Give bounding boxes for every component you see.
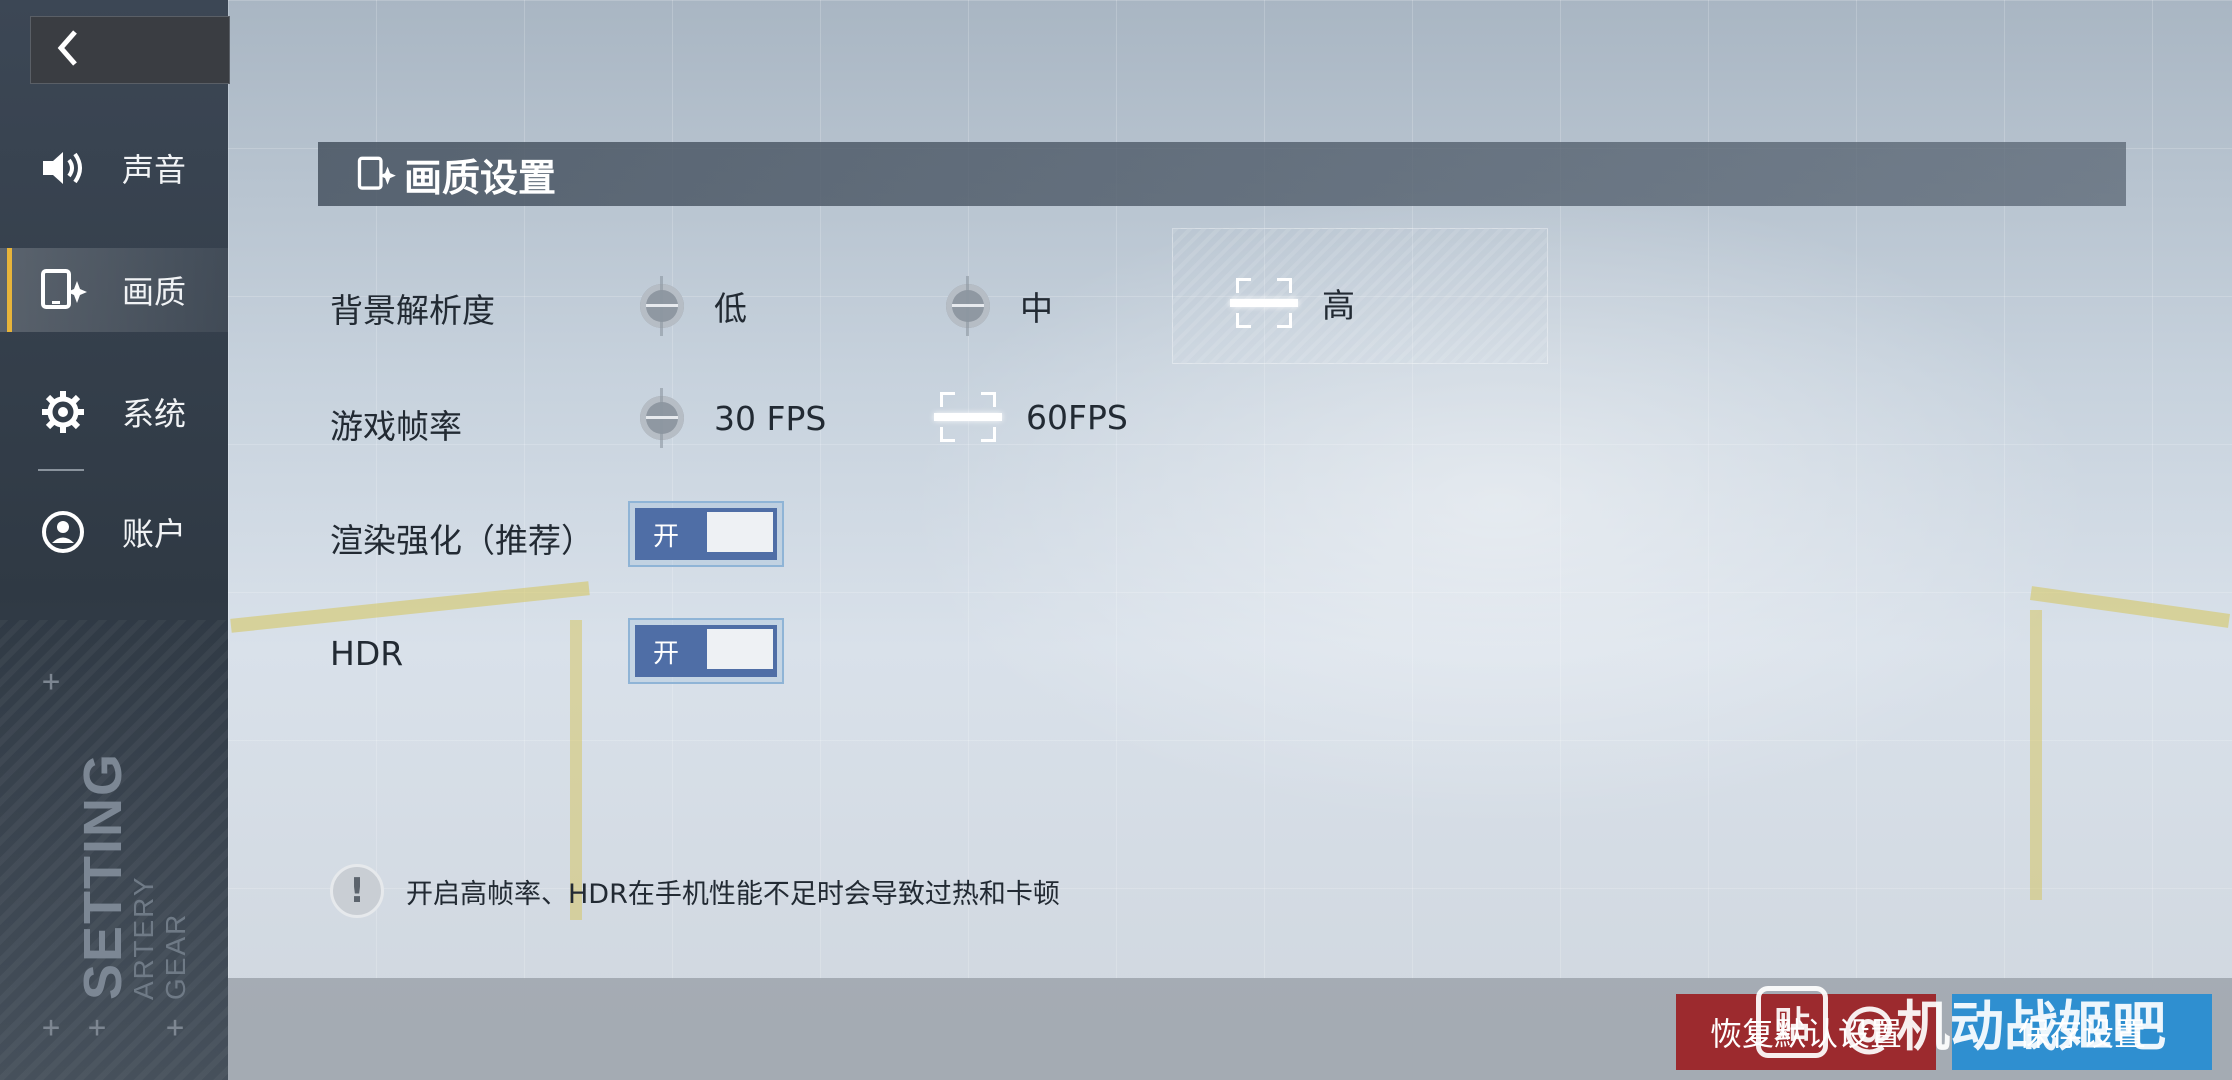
sidebar-item-label: 声音	[122, 151, 187, 189]
sidebar-item-label: 画质	[122, 273, 187, 311]
render-enhance-toggle[interactable]: 开	[628, 501, 784, 567]
phone-sparkle-icon	[38, 265, 88, 315]
back-button[interactable]	[30, 16, 230, 84]
toggle-knob	[707, 512, 773, 552]
sidebar-item-label: 账户	[122, 515, 187, 553]
render-enhance-label: 渲染强化（推荐）	[330, 521, 594, 560]
toggle-track: 开	[635, 508, 777, 560]
fps-label: 游戏帧率	[330, 407, 462, 446]
hdr-toggle[interactable]: 开	[628, 618, 784, 684]
section-header: 画质设置	[318, 142, 2126, 206]
watermark: 贴 @机动战姬吧	[1756, 982, 2166, 1061]
fps-option-60[interactable]: 60FPS	[934, 392, 1128, 442]
radio-unselected-icon	[640, 388, 684, 448]
option-label: 低	[714, 289, 747, 328]
sidebar-brand-sub: ARTERY GEAR	[128, 875, 191, 1000]
option-label: 中	[1020, 289, 1053, 328]
radio-selected-icon	[1230, 278, 1298, 328]
hdr-label: HDR	[330, 634, 404, 673]
user-icon	[38, 507, 88, 557]
sidebar-item-graphics[interactable]: 画质	[0, 248, 228, 332]
exclamation-icon: !	[330, 864, 384, 918]
toggle-knob	[707, 629, 773, 669]
sidebar-item-system[interactable]: 系统	[0, 370, 228, 454]
toggle-state-label: 开	[653, 521, 680, 552]
plus-icon: +	[42, 1010, 61, 1045]
fps-option-30[interactable]: 30 FPS	[640, 388, 827, 448]
toggle-track: 开	[635, 625, 777, 677]
option-label: 高	[1322, 286, 1355, 325]
page-title: 画质设置	[404, 155, 557, 200]
sidebar-item-account[interactable]: 账户	[0, 490, 228, 574]
radio-unselected-icon	[640, 276, 684, 336]
radio-unselected-icon	[946, 276, 990, 336]
gear-icon	[38, 387, 88, 437]
tieba-badge-icon: 贴	[1756, 985, 1828, 1058]
sidebar-item-sound[interactable]: 声音	[0, 126, 228, 210]
notice-text: 开启高帧率、HDR在手机性能不足时会导致过热和卡顿	[406, 878, 1060, 910]
radio-selected-icon	[934, 392, 1002, 442]
sidebar-item-label: 系统	[122, 395, 187, 433]
bg-resolution-option-low[interactable]: 低	[640, 276, 747, 336]
sidebar: 声音 画质 系统 账户 + + + + SETTING ARTERY GEAR	[0, 0, 230, 1080]
background-post-right	[2030, 610, 2042, 900]
plus-icon: +	[166, 1010, 185, 1045]
chevron-left-icon	[55, 28, 81, 72]
plus-icon: +	[42, 664, 61, 699]
performance-notice: ! 开启高帧率、HDR在手机性能不足时会导致过热和卡顿	[330, 864, 1060, 918]
bg-resolution-label: 背景解析度	[330, 291, 495, 330]
bg-resolution-option-high[interactable]: 高	[1230, 278, 1355, 328]
sidebar-divider	[38, 469, 84, 471]
toggle-state-label: 开	[653, 638, 680, 669]
phone-sparkle-icon	[356, 155, 396, 193]
plus-icon: +	[88, 1010, 107, 1045]
watermark-text: @机动战姬吧	[1842, 995, 2166, 1058]
option-label: 60FPS	[1026, 397, 1128, 437]
speaker-icon	[38, 143, 88, 193]
sidebar-brand-setting: SETTING	[73, 751, 133, 1000]
selection-highlight	[1172, 228, 1548, 364]
option-label: 30 FPS	[714, 398, 827, 438]
bg-resolution-option-medium[interactable]: 中	[946, 276, 1053, 336]
